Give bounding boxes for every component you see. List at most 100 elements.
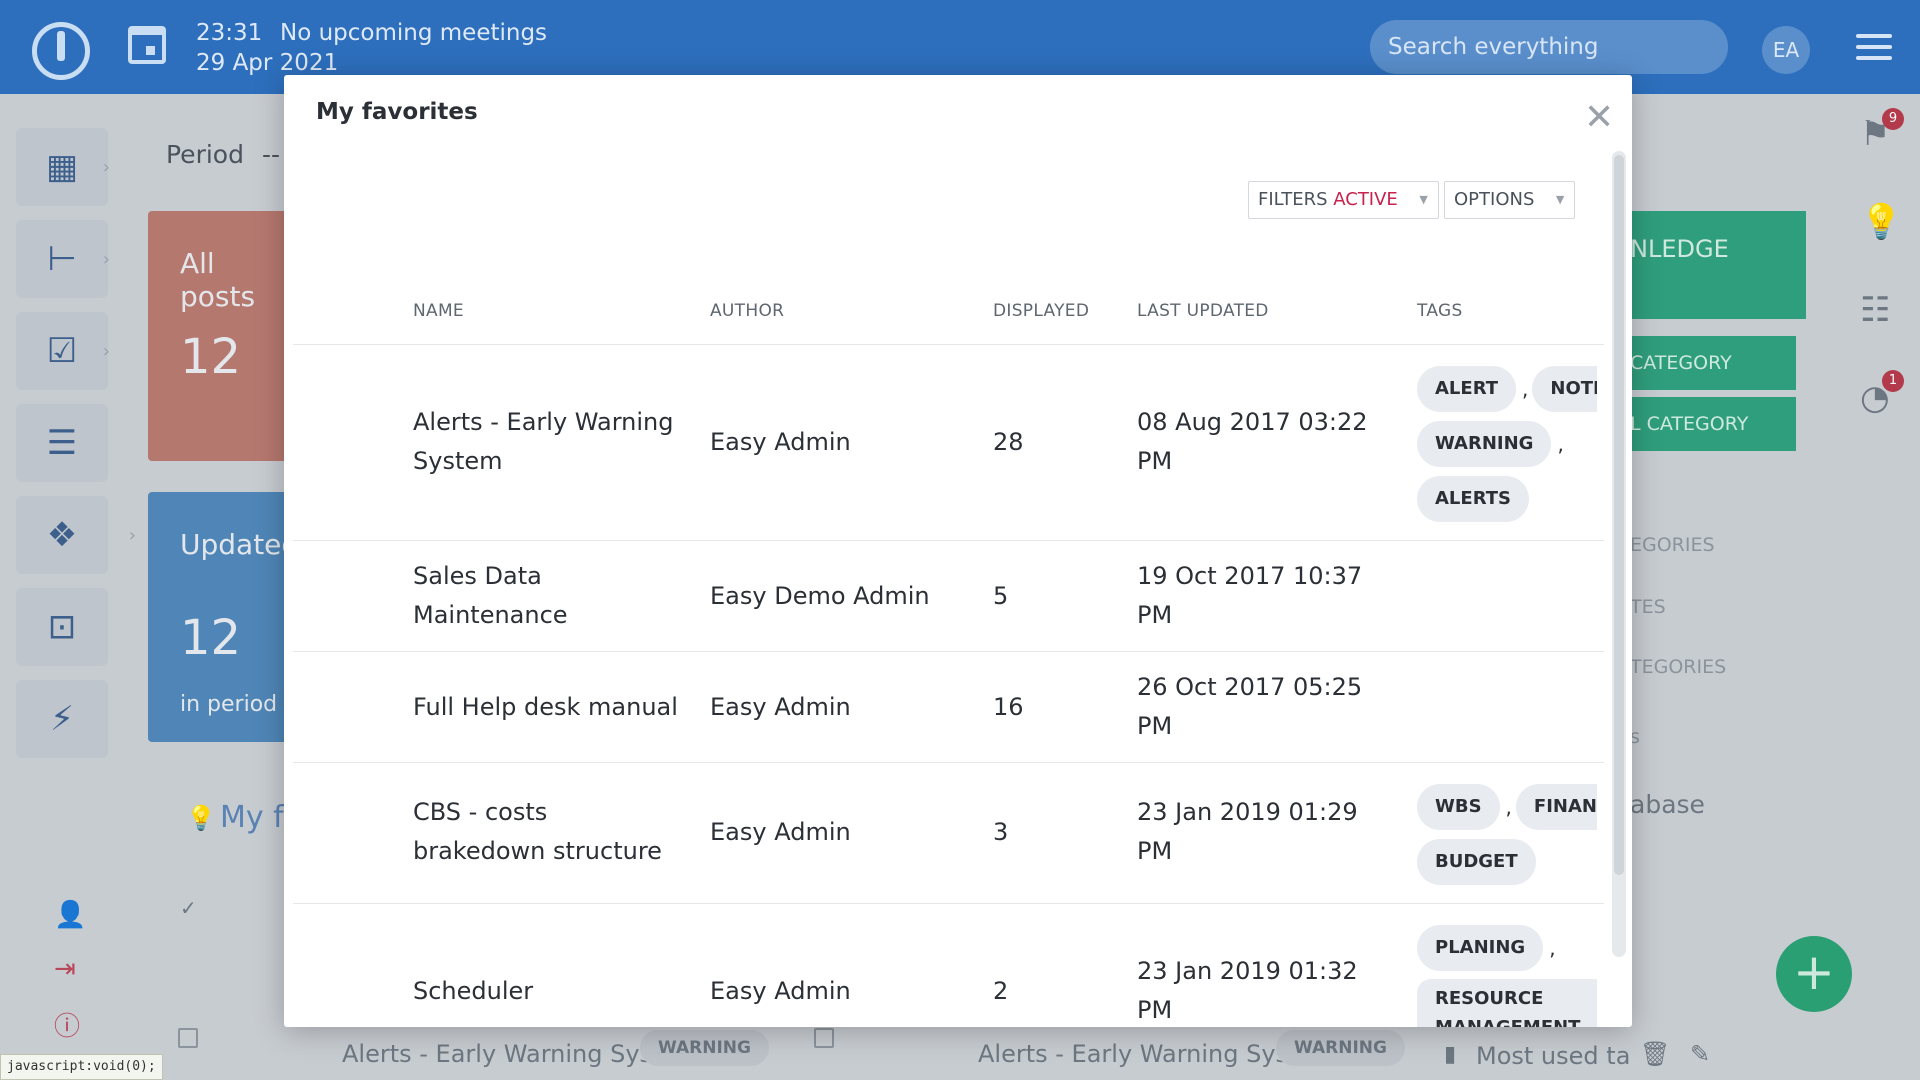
tag[interactable]: WARNING — [1417, 420, 1552, 467]
global-category-button[interactable]: L CATEGORY — [1630, 397, 1796, 451]
add-user-icon[interactable]: 👤 — [54, 900, 86, 930]
frame-icon: ⊡ — [47, 607, 77, 647]
chevron-right-icon: › — [102, 248, 110, 270]
article-displayed: 5 — [993, 582, 1009, 610]
tag[interactable]: ALERT — [1417, 365, 1517, 412]
name-line: System — [413, 447, 503, 475]
close-icon[interactable]: ✕ — [1584, 97, 1614, 138]
table-row[interactable]: Sales Data Maintenance Easy Demo Admin 5… — [293, 541, 1604, 652]
column-author[interactable]: AUTHOR — [710, 301, 784, 321]
column-name[interactable]: NAME — [413, 301, 464, 321]
info-icon[interactable]: ⓘ — [54, 1006, 80, 1043]
tag[interactable]: BUDGET — [1417, 838, 1536, 885]
name-line: CBS - costs — [413, 798, 548, 826]
card-value: 12 — [180, 610, 242, 666]
tag[interactable]: PLANING — [1417, 924, 1544, 971]
sidebar-item-tasks[interactable]: ☑ › — [16, 312, 110, 390]
table-row[interactable]: Full Help desk manual Easy Admin 16 26 O… — [293, 652, 1604, 763]
dropbox-icon: ❖ — [46, 515, 78, 555]
bg-list-item[interactable]: TES — [1630, 596, 1666, 618]
article-name[interactable]: CBS - costs brakedown structure — [413, 793, 662, 871]
lightbulb-icon[interactable]: 💡 — [1860, 202, 1902, 242]
login-icon[interactable]: ⇥ — [54, 954, 76, 984]
meetings-status[interactable]: No upcoming meetings — [280, 20, 547, 46]
check-icon: ✓ — [180, 896, 197, 920]
article-name[interactable]: Alerts - Early Warning System — [413, 403, 673, 481]
table-header: NAME AUTHOR DISPLAYED LAST UPDATED TAGS — [293, 271, 1604, 345]
filters-button[interactable]: FILTERS ACTIVE ▼ — [1248, 181, 1439, 219]
database-item[interactable]: abase — [1630, 790, 1705, 819]
updated-line: PM — [1137, 601, 1173, 629]
article-author: Easy Admin — [710, 977, 851, 1005]
avatar[interactable]: EA — [1762, 26, 1810, 74]
column-tags[interactable]: TAGS — [1417, 301, 1463, 321]
updated-line: 23 Jan 2019 01:32 — [1137, 957, 1358, 985]
article-name[interactable]: Scheduler — [413, 972, 533, 1011]
caret-down-icon: ▼ — [1555, 193, 1565, 206]
knowledge-header-card: NLEDGE — [1630, 211, 1806, 319]
updated-line: 19 Oct 2017 10:37 — [1137, 562, 1363, 590]
lightning-icon: ⚡ — [50, 699, 74, 739]
column-last-updated[interactable]: LAST UPDATED — [1137, 301, 1269, 321]
article-updated: 23 Jan 2019 01:32 PM — [1137, 952, 1358, 1027]
table-row[interactable]: Scheduler Easy Admin 2 23 Jan 2019 01:32… — [293, 904, 1604, 1027]
bookmark-icon: ▮ — [1444, 1042, 1457, 1067]
favorites-modal: My favorites ✕ FILTERS ACTIVE ▼ OPTIONS … — [284, 75, 1632, 1027]
hamburger-menu-icon[interactable] — [1856, 34, 1892, 60]
pencil-icon[interactable]: ✎ — [1690, 1040, 1710, 1068]
column-displayed[interactable]: DISPLAYED — [993, 301, 1089, 321]
table-row[interactable]: Alerts - Early Warning System Easy Admin… — [293, 345, 1604, 541]
sidebar-item-frame[interactable]: ⊡ — [16, 588, 108, 666]
search-input[interactable] — [1370, 20, 1728, 74]
tag[interactable]: ALERTS — [1417, 475, 1529, 522]
right-sidebar: ⚑ 9 💡 ☷ ◔ 1 — [1832, 94, 1920, 1080]
most-used-tags: Most used ta — [1476, 1042, 1631, 1070]
article-updated: 19 Oct 2017 10:37 PM — [1137, 557, 1362, 635]
article-updated: 08 Aug 2017 03:22 PM — [1137, 403, 1368, 481]
left-sidebar: ▦ › ⊢ › ☑ › ☰ ❖ › ⊡ ⚡ 👤 ⇥ ⓘ — [0, 94, 136, 1080]
row-checkbox[interactable] — [178, 1028, 198, 1048]
category-button[interactable]: CATEGORY — [1630, 336, 1796, 390]
calendar-icon[interactable] — [128, 26, 166, 64]
app-logo-icon[interactable] — [32, 22, 90, 80]
article-name[interactable]: Full Help desk manual — [413, 688, 678, 727]
sidebar-item-projects[interactable]: ⊢ › — [16, 220, 110, 298]
article-name[interactable]: Sales Data Maintenance — [413, 557, 568, 635]
name-line: Maintenance — [413, 601, 568, 629]
checklist-icon[interactable]: ☷ — [1860, 290, 1890, 330]
sidebar-item-actions[interactable]: ⚡ — [16, 680, 108, 758]
trash-icon[interactable]: 🗑 — [1640, 1040, 1670, 1068]
card-title: Updated — [180, 528, 300, 561]
article-displayed: 28 — [993, 428, 1024, 456]
name-line: Alerts - Early Warning — [413, 408, 674, 436]
chevron-right-icon: › — [128, 524, 136, 546]
modal-title: My favorites — [316, 99, 478, 125]
current-date: 29 Apr 2021 — [196, 50, 339, 76]
article-author: Easy Admin — [710, 818, 851, 846]
table-row[interactable]: CBS - costs brakedown structure Easy Adm… — [293, 763, 1604, 904]
name-line: Full Help desk manual — [413, 693, 678, 721]
tree-icon: ⊢ — [47, 239, 77, 279]
article-updated: 23 Jan 2019 01:29 PM — [1137, 793, 1358, 871]
options-button[interactable]: OPTIONS ▼ — [1444, 181, 1576, 219]
bg-list-item[interactable]: TEGORIES — [1630, 656, 1726, 678]
updated-line: 23 Jan 2019 01:29 — [1137, 798, 1358, 826]
bg-list-item[interactable]: EGORIES — [1630, 534, 1715, 556]
tag[interactable]: WBS — [1417, 783, 1500, 830]
article-author: Easy Admin — [710, 428, 851, 456]
article-author: Easy Admin — [710, 693, 851, 721]
add-fab-button[interactable]: + — [1776, 936, 1852, 1012]
tag[interactable]: FINANCE — [1515, 783, 1597, 830]
chevron-right-icon: › — [102, 156, 110, 178]
tag[interactable]: RESOURCE MANAGEMENT — [1417, 979, 1597, 1027]
period-value[interactable]: -- — [262, 140, 280, 169]
sidebar-item-dashboard[interactable]: ▦ › — [16, 128, 110, 206]
sidebar-item-dropbox[interactable]: ❖ › — [16, 496, 136, 574]
tag[interactable]: NOTICE — [1532, 365, 1597, 412]
row-checkbox[interactable] — [814, 1028, 834, 1048]
updated-line: 08 Aug 2017 03:22 — [1137, 408, 1368, 436]
sidebar-item-list[interactable]: ☰ — [16, 404, 108, 482]
my-favorites-heading: My f — [220, 800, 284, 835]
scrollbar-thumb[interactable] — [1614, 155, 1624, 875]
card-title: All posts — [180, 247, 256, 313]
